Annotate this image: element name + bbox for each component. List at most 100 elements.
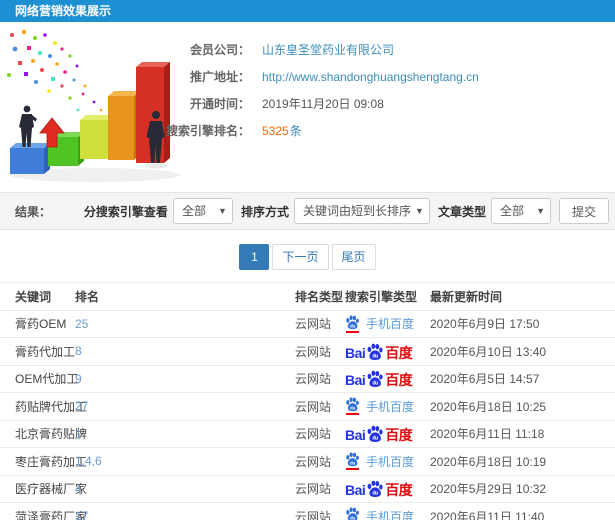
updated-cell: 2020年6月11日 11:40: [430, 509, 545, 520]
updated-cell: 2020年6月10日 13:40: [430, 344, 547, 359]
rank-link[interactable]: 25: [75, 317, 295, 331]
table-header-row: 关键词 排名 排名类型 搜索引擎类型 最新更新时间: [0, 283, 615, 311]
rank-link[interactable]: 27: [75, 399, 295, 413]
table-row: 膏药代加工 8 云网站 Bai du 百度 2020年6月10日 13:40: [0, 338, 615, 366]
mobile-baidu-label: 手机百度: [366, 317, 415, 332]
baidu-logo: Bai du 百度: [345, 480, 413, 499]
engine-cell: du du 手机百度: [345, 507, 430, 520]
baidu-logo: Bai du 百度: [345, 343, 413, 361]
bar-blue: [10, 143, 50, 174]
table-row: OEM代加工 9 云网站 Bai du 百度 2020年6月5日 14:57: [0, 366, 615, 393]
info-fields: 会员公司： 山东皇圣堂药业有限公司 推广地址： http://www.shand…: [150, 36, 479, 144]
table-row: 药贴牌代加工 27 云网站 du 手机百度 2020年6月18日 10:25: [0, 393, 615, 421]
svg-text:du: du: [350, 516, 356, 520]
company-label: 会员公司：: [189, 43, 250, 57]
baidu-bai-text: Bai: [345, 344, 366, 361]
updated-cell: 2020年6月9日 17:50: [430, 317, 540, 332]
page-button-current[interactable]: 1: [239, 244, 270, 270]
baidu-logo: Bai du 百度: [345, 425, 413, 444]
sort-selected: 关键词由短到长排序: [302, 204, 411, 218]
baidu-logo: Bai du 百度: [345, 370, 413, 389]
page-title: 网络营销效果展示: [0, 0, 615, 22]
engine-view-select[interactable]: 全部 ▼: [172, 198, 233, 224]
keyword-cell: 医疗器械厂家: [15, 482, 88, 497]
rank-link[interactable]: 8: [75, 344, 295, 358]
table-row: 菏泽膏药厂家 17 云网站 du 手机百度 2020年6月11日 11:40: [0, 503, 615, 520]
keyword-cell: 膏药代加工: [15, 344, 76, 359]
rank-link[interactable]: 17: [75, 509, 295, 520]
rank-type-cell: 云网站: [295, 454, 332, 469]
rank-link[interactable]: 1: [75, 427, 295, 441]
baidu-cn-text: 百度: [385, 344, 413, 361]
updated-cell: 2020年6月11日 11:18: [430, 427, 545, 442]
info-row-company: 会员公司： 山东皇圣堂药业有限公司: [150, 36, 479, 63]
chevron-down-icon: ▼: [536, 206, 545, 216]
svg-text:du: du: [373, 491, 379, 497]
results-table: 关键词 排名 排名类型 搜索引擎类型 最新更新时间 膏药OEM 25 云网站 d…: [0, 282, 615, 520]
rank-link[interactable]: 9: [75, 372, 295, 386]
header-rank: 排名: [75, 289, 100, 304]
baidu-bai-text: Bai: [345, 482, 366, 499]
mobile-baidu-icon: du: [345, 507, 360, 520]
confetti-dots: [7, 30, 108, 123]
table-row: 膏药OEM 25 云网站 du 手机百度 2020年6月9日 17:50: [0, 311, 615, 338]
rank-count-label: 搜索引擎排名：: [165, 124, 250, 138]
table-row: 枣庄膏药加工 1,4,6 云网站 du 手机百度 2020年6月18日 10:1…: [0, 448, 615, 476]
keyword-cell: 药贴牌代加工: [15, 399, 88, 414]
rank-type-cell: 云网站: [295, 509, 332, 520]
promo-url-label: 推广地址：: [189, 70, 250, 84]
keyword-cell: OEM代加工: [15, 372, 79, 387]
engine-cell: du du 手机百度: [345, 315, 430, 333]
rank-link[interactable]: 1,4,6: [75, 454, 295, 468]
mobile-baidu-icon: du: [345, 452, 360, 471]
keyword-cell: 枣庄膏药加工: [15, 454, 88, 469]
header-rank-type: 排名类型: [295, 289, 344, 304]
updated-cell: 2020年6月18日 10:19: [430, 454, 547, 469]
mobile-baidu-badge: du 手机百度: [345, 315, 414, 333]
updated-cell: 2020年6月18日 10:25: [430, 399, 547, 414]
submit-button[interactable]: 提交: [558, 198, 609, 224]
header-engine-type: 搜索引擎类型: [345, 289, 418, 304]
keyword-cell: 北京膏药贴牌: [15, 427, 88, 442]
mobile-baidu-badge: du 手机百度: [345, 507, 414, 520]
filter-bar: 结果： 分搜索引擎查看 全部 ▼ 排序方式 关键词由短到长排序 ▼ 文章类型 全…: [0, 192, 615, 230]
keyword-cell: 菏泽膏药厂家: [15, 509, 88, 520]
baidu-cn-text: 百度: [385, 482, 413, 499]
article-type-select[interactable]: 全部 ▼: [490, 198, 551, 224]
svg-text:du: du: [350, 323, 356, 328]
mobile-baidu-label: 手机百度: [366, 454, 415, 469]
red-underline: [346, 468, 359, 471]
baidu-cn-text: 百度: [385, 427, 413, 444]
promo-url-link[interactable]: http://www.shandonghuangshengtang.cn: [262, 70, 479, 84]
rank-type-cell: 云网站: [295, 399, 332, 414]
svg-text:du: du: [350, 406, 356, 411]
next-page-button[interactable]: 下一页: [272, 244, 329, 270]
last-page-button[interactable]: 尾页: [331, 244, 376, 270]
updated-cell: 2020年6月5日 14:57: [430, 372, 540, 387]
engine-cell: Bai du 百度 du: [345, 370, 430, 387]
engine-cell: Bai du 百度 du: [345, 425, 430, 442]
keyword-cell: 膏药OEM: [15, 317, 67, 332]
table-row: 北京膏药贴牌 1 云网站 Bai du 百度 2020年6月11日 11:18: [0, 421, 615, 448]
rank-link[interactable]: 4: [75, 482, 295, 496]
engine-cell: du du 手机百度: [345, 452, 430, 471]
svg-text:du: du: [373, 436, 379, 442]
table-row: 医疗器械厂家 4 云网站 Bai du 百度 2020年5月29日 10:32: [0, 476, 615, 503]
results-label: 结果：: [15, 204, 52, 219]
open-time-label: 开通时间：: [189, 97, 250, 111]
updated-cell: 2020年5月29日 10:32: [430, 482, 547, 497]
bar-orange: [108, 91, 140, 160]
mobile-baidu-label: 手机百度: [366, 509, 415, 520]
pagination: 1 下一页 尾页: [0, 244, 615, 270]
red-underline: [346, 413, 359, 416]
info-row-open-time: 开通时间： 2019年11月20日 09:08: [150, 90, 479, 117]
sort-select[interactable]: 关键词由短到长排序 ▼: [293, 198, 430, 224]
baidu-bai-text: Bai: [345, 372, 366, 389]
company-link[interactable]: 山东皇圣堂药业有限公司: [262, 41, 394, 58]
mobile-baidu-icon: du: [345, 397, 360, 416]
rank-count-suffix: 条: [289, 124, 302, 138]
svg-text:du: du: [373, 381, 379, 387]
header-updated: 最新更新时间: [430, 289, 503, 304]
rank-type-cell: 云网站: [295, 372, 332, 387]
info-row-rank-count: 搜索引擎排名： 5325 条: [150, 117, 479, 144]
